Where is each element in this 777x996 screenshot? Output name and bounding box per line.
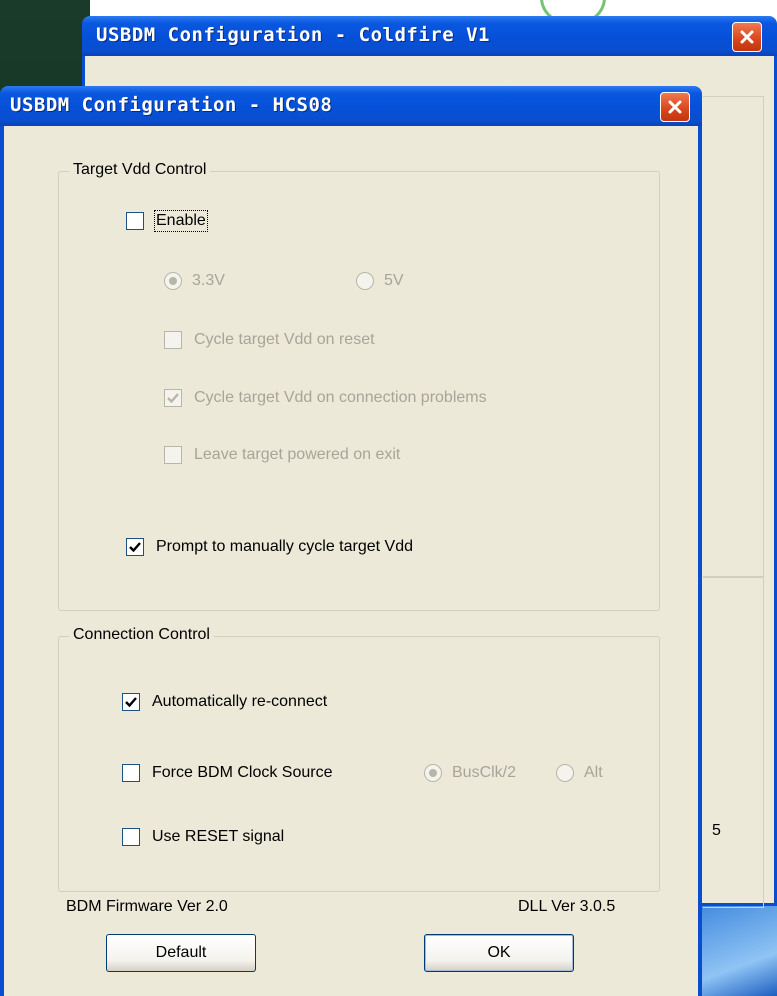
force-clock-label: Force BDM Clock Source — [152, 764, 333, 781]
prompt-manual-label: Prompt to manually cycle target Vdd — [156, 538, 414, 555]
ok-button[interactable]: OK — [424, 934, 574, 972]
cycle-on-reset-checkbox[interactable]: Cycle target Vdd on reset — [164, 331, 375, 349]
dialog-title: USBDM Configuration - HCS08 — [10, 94, 333, 116]
connection-group-label: Connection Control — [69, 626, 214, 644]
dll-version: DLL Ver 3.0.5 — [518, 898, 616, 915]
auto-reconnect-checkbox[interactable]: Automatically re-connect — [122, 693, 327, 711]
enable-checkbox-box[interactable] — [126, 212, 144, 230]
auto-reconnect-label: Automatically re-connect — [152, 693, 328, 710]
checkmark-icon — [129, 542, 141, 553]
default-button[interactable]: Default — [106, 934, 256, 972]
back-window-groupbox — [703, 96, 764, 578]
cycle-on-problems-box[interactable] — [164, 389, 182, 407]
cycle-on-problems-label: Cycle target Vdd on connection problems — [194, 389, 487, 406]
radio-5v[interactable]: 5V — [356, 272, 404, 290]
auto-reconnect-box[interactable] — [122, 693, 140, 711]
back-window-fragment: 5 — [712, 822, 721, 839]
radio-3v3-circle[interactable] — [164, 272, 182, 290]
radio-alt-circle[interactable] — [556, 764, 574, 782]
prompt-manual-checkbox[interactable]: Prompt to manually cycle target Vdd — [126, 538, 413, 556]
use-reset-box[interactable] — [122, 828, 140, 846]
radio-5v-circle[interactable] — [356, 272, 374, 290]
radio-busclk-label: BusClk/2 — [452, 764, 517, 781]
cycle-on-problems-checkbox[interactable]: Cycle target Vdd on connection problems — [164, 389, 487, 407]
dialog-titlebar[interactable]: USBDM Configuration - HCS08 — [0, 86, 702, 126]
checkmark-icon — [167, 393, 179, 404]
dialog-body: Target Vdd Control Enable 3.3V 5V Cycle … — [0, 126, 702, 996]
radio-alt[interactable]: Alt — [556, 764, 603, 782]
cycle-on-reset-label: Cycle target Vdd on reset — [194, 331, 375, 348]
force-clock-checkbox[interactable]: Force BDM Clock Source — [122, 764, 333, 782]
radio-3v3-label: 3.3V — [192, 272, 225, 289]
leave-powered-checkbox[interactable]: Leave target powered on exit — [164, 446, 400, 464]
force-clock-box[interactable] — [122, 764, 140, 782]
use-reset-label: Use RESET signal — [152, 828, 285, 845]
target-vdd-group-label: Target Vdd Control — [69, 161, 211, 179]
back-window-title: USBDM Configuration - Coldfire V1 — [96, 24, 490, 46]
dialog-close-icon[interactable] — [660, 92, 690, 122]
back-window-titlebar[interactable]: USBDM Configuration - Coldfire V1 — [82, 16, 777, 56]
enable-checkbox[interactable]: Enable — [126, 210, 208, 232]
prompt-manual-box[interactable] — [126, 538, 144, 556]
leave-powered-label: Leave target powered on exit — [194, 446, 401, 463]
enable-checkbox-label: Enable — [154, 210, 208, 232]
radio-busclk-circle[interactable] — [424, 764, 442, 782]
checkmark-icon — [125, 697, 137, 708]
use-reset-checkbox[interactable]: Use RESET signal — [122, 828, 284, 846]
radio-busclk[interactable]: BusClk/2 — [424, 764, 516, 782]
firmware-version: BDM Firmware Ver 2.0 — [66, 898, 228, 915]
radio-3v3[interactable]: 3.3V — [164, 272, 225, 290]
dialog-hcs08[interactable]: USBDM Configuration - HCS08 Target Vdd C… — [0, 86, 702, 996]
radio-alt-label: Alt — [584, 764, 603, 781]
radio-5v-label: 5V — [384, 272, 404, 289]
leave-powered-box[interactable] — [164, 446, 182, 464]
cycle-on-reset-box[interactable] — [164, 331, 182, 349]
back-window-groupbox-2 — [703, 576, 764, 908]
back-window-close-icon[interactable] — [732, 22, 762, 52]
